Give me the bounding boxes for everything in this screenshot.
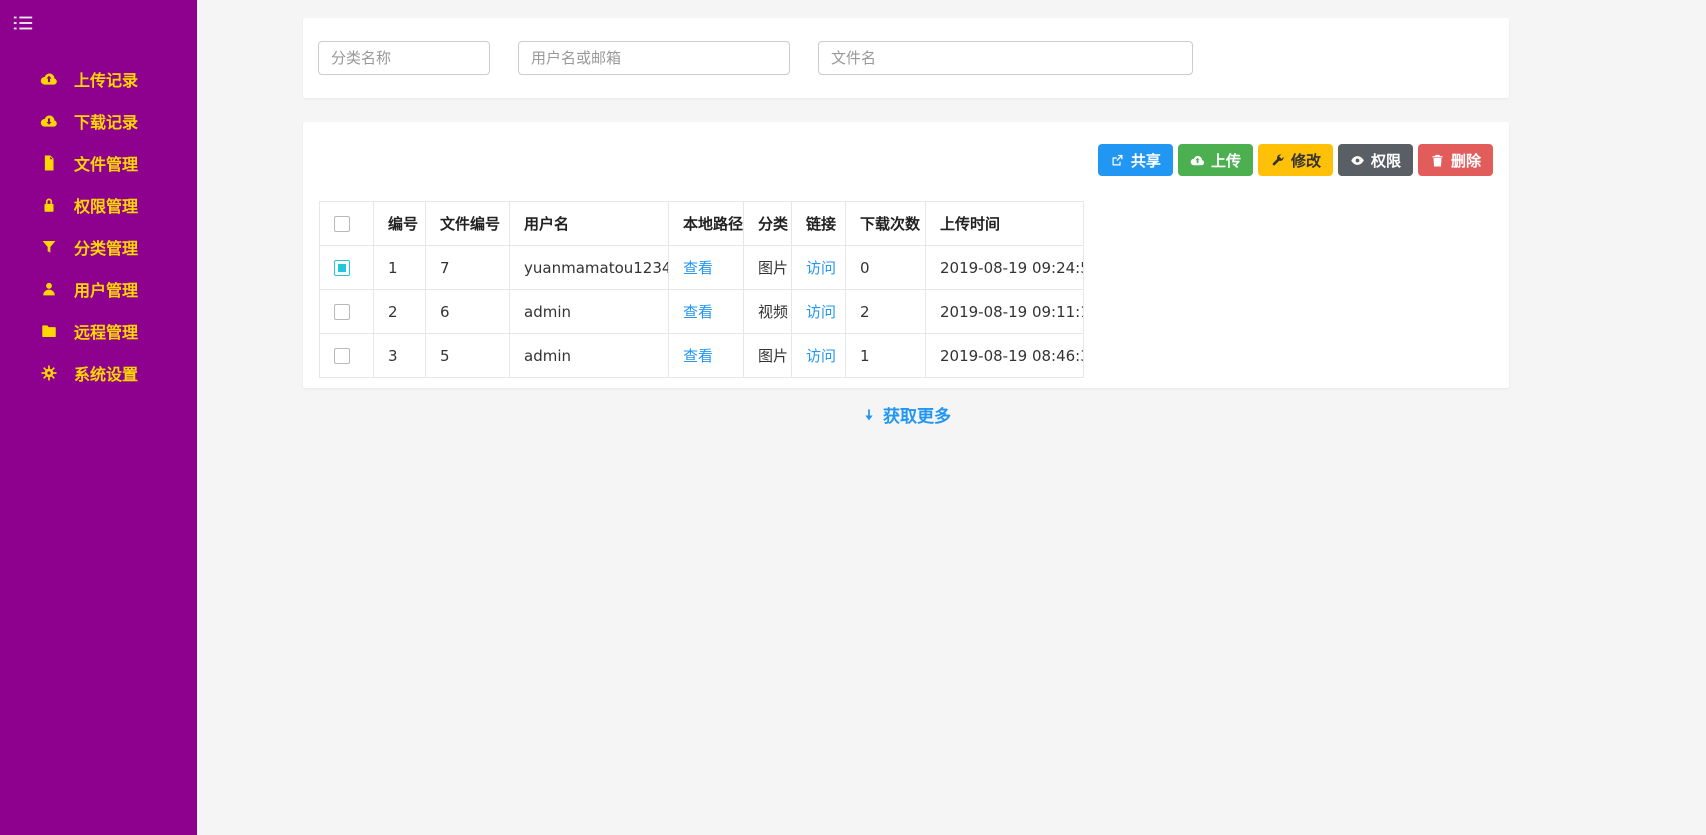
share-icon <box>1110 153 1125 168</box>
cloud-download-icon <box>40 112 58 130</box>
cell-category: 图片 <box>744 334 792 378</box>
cell-downloads: 1 <box>846 334 926 378</box>
down-arrow-icon <box>861 407 877 423</box>
sidebar-nav: 上传记录 下载记录 文件管理 权限管理 <box>0 50 197 394</box>
menu-toggle-button[interactable] <box>0 0 197 50</box>
modify-button-label: 修改 <box>1291 150 1321 171</box>
share-button-label: 共享 <box>1131 150 1161 171</box>
sidebar-item-download-records[interactable]: 下载记录 <box>0 100 197 142</box>
cell-id: 2 <box>374 290 426 334</box>
upload-cloud-icon <box>1190 153 1205 168</box>
cell-upload-time: 2019-08-19 09:11:15 <box>926 290 1084 334</box>
select-all-checkbox[interactable] <box>334 216 350 232</box>
records-table: 编号 文件编号 用户名 本地路径 分类 链接 下载次数 上传时间 1 7 <box>319 201 1084 378</box>
toolbar: 共享 上传 修改 权限 删除 <box>319 144 1493 176</box>
load-more-button[interactable]: 获取更多 <box>303 402 1509 427</box>
column-header-upload-time: 上传时间 <box>926 202 1084 246</box>
sidebar-item-category-management[interactable]: 分类管理 <box>0 226 197 268</box>
upload-button[interactable]: 上传 <box>1178 144 1253 176</box>
upload-button-label: 上传 <box>1211 150 1241 171</box>
filename-input[interactable] <box>818 41 1193 75</box>
column-header-downloads: 下载次数 <box>846 202 926 246</box>
menu-icon <box>12 12 185 34</box>
sidebar-item-label: 权限管理 <box>74 193 138 217</box>
permission-button-label: 权限 <box>1371 150 1401 171</box>
sidebar-item-user-management[interactable]: 用户管理 <box>0 268 197 310</box>
user-icon <box>40 280 58 298</box>
main-content: 共享 上传 修改 权限 删除 <box>197 0 1706 835</box>
cell-category: 视频 <box>744 290 792 334</box>
lock-icon <box>40 196 58 214</box>
delete-button-label: 删除 <box>1451 150 1481 171</box>
cloud-upload-icon <box>40 70 58 88</box>
cell-id: 1 <box>374 246 426 290</box>
trash-icon <box>1430 153 1445 168</box>
sidebar-item-label: 上传记录 <box>74 67 138 91</box>
sidebar-item-label: 文件管理 <box>74 151 138 175</box>
column-header-category: 分类 <box>744 202 792 246</box>
sidebar-item-label: 用户管理 <box>74 277 138 301</box>
gear-icon <box>40 364 58 382</box>
folder-icon <box>40 322 58 340</box>
category-name-input[interactable] <box>318 41 490 75</box>
cell-upload-time: 2019-08-19 08:46:32 <box>926 334 1084 378</box>
sidebar: 上传记录 下载记录 文件管理 权限管理 <box>0 0 197 835</box>
search-panel <box>303 18 1509 98</box>
cell-category: 图片 <box>744 246 792 290</box>
cell-downloads: 0 <box>846 246 926 290</box>
column-header-local-path: 本地路径 <box>669 202 744 246</box>
sidebar-item-upload-records[interactable]: 上传记录 <box>0 58 197 100</box>
column-header-link: 链接 <box>792 202 846 246</box>
cell-id: 3 <box>374 334 426 378</box>
eye-icon <box>1350 153 1365 168</box>
cell-downloads: 2 <box>846 290 926 334</box>
sidebar-item-label: 远程管理 <box>74 319 138 343</box>
sidebar-item-label: 系统设置 <box>74 361 138 385</box>
column-header-id: 编号 <box>374 202 426 246</box>
sidebar-item-remote-management[interactable]: 远程管理 <box>0 310 197 352</box>
row-checkbox[interactable] <box>334 260 350 276</box>
visit-link[interactable]: 访问 <box>806 347 836 365</box>
cell-username: admin <box>510 334 669 378</box>
username-or-email-input[interactable] <box>518 41 790 75</box>
sidebar-item-permission-management[interactable]: 权限管理 <box>0 184 197 226</box>
view-link[interactable]: 查看 <box>683 347 713 365</box>
sidebar-item-label: 分类管理 <box>74 235 138 259</box>
table-row: 2 6 admin 查看 视频 访问 2 2019-08-19 09:11:15 <box>320 290 1084 334</box>
delete-button[interactable]: 删除 <box>1418 144 1493 176</box>
view-link[interactable]: 查看 <box>683 303 713 321</box>
file-icon <box>40 154 58 172</box>
wrench-icon <box>1270 153 1285 168</box>
modify-button[interactable]: 修改 <box>1258 144 1333 176</box>
cell-username: yuanmamatou1234 <box>510 246 669 290</box>
filter-icon <box>40 238 58 256</box>
cell-file-id: 5 <box>426 334 510 378</box>
cell-file-id: 6 <box>426 290 510 334</box>
sidebar-item-file-management[interactable]: 文件管理 <box>0 142 197 184</box>
view-link[interactable]: 查看 <box>683 259 713 277</box>
share-button[interactable]: 共享 <box>1098 144 1173 176</box>
row-checkbox[interactable] <box>334 304 350 320</box>
load-more-label: 获取更多 <box>883 402 951 427</box>
permission-button[interactable]: 权限 <box>1338 144 1413 176</box>
cell-upload-time: 2019-08-19 09:24:50 <box>926 246 1084 290</box>
cell-username: admin <box>510 290 669 334</box>
row-checkbox[interactable] <box>334 348 350 364</box>
visit-link[interactable]: 访问 <box>806 259 836 277</box>
column-header-file-id: 文件编号 <box>426 202 510 246</box>
sidebar-item-system-settings[interactable]: 系统设置 <box>0 352 197 394</box>
table-header-row: 编号 文件编号 用户名 本地路径 分类 链接 下载次数 上传时间 <box>320 202 1084 246</box>
table-row: 3 5 admin 查看 图片 访问 1 2019-08-19 08:46:32 <box>320 334 1084 378</box>
column-header-username: 用户名 <box>510 202 669 246</box>
sidebar-item-label: 下载记录 <box>74 109 138 133</box>
cell-file-id: 7 <box>426 246 510 290</box>
table-row: 1 7 yuanmamatou1234 查看 图片 访问 0 2019-08-1… <box>320 246 1084 290</box>
visit-link[interactable]: 访问 <box>806 303 836 321</box>
records-panel: 共享 上传 修改 权限 删除 <box>303 122 1509 388</box>
